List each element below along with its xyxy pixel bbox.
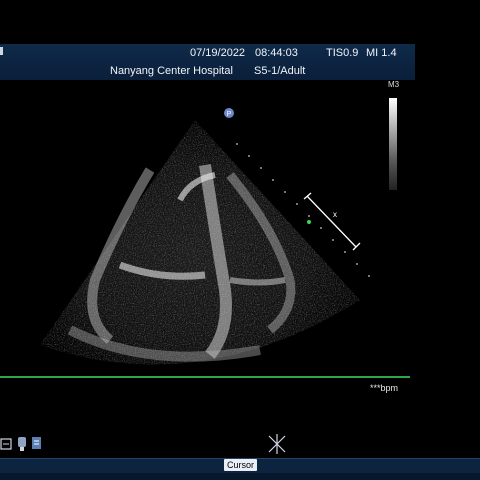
- bottom-strip: [0, 473, 480, 480]
- mi-index: MI 1.4: [366, 47, 397, 59]
- tis-index: TIS0.9: [326, 47, 359, 59]
- header-edge-marker: [0, 47, 3, 55]
- caliper-cursor-point: [307, 220, 311, 224]
- probe-preset: S5-1/Adult: [254, 65, 306, 77]
- caliper-icon[interactable]: [0, 435, 14, 453]
- heart-rate-readout: ***bpm: [370, 383, 399, 393]
- caliper-marker: x: [333, 210, 337, 219]
- report-icon[interactable]: [30, 435, 44, 453]
- distance-caliper: [303, 192, 361, 251]
- ultrasound-image-area[interactable]: P x: [0, 80, 415, 375]
- speckle-texture: [40, 120, 360, 365]
- tricuspid-valve: [229, 277, 286, 286]
- info-header: 07/19/2022 08:44:03 TIS0.9 MI 1.4 Nanyan…: [0, 44, 415, 81]
- freeze-cross-icon[interactable]: [266, 433, 288, 455]
- gray-map-label: M3: [388, 80, 400, 89]
- gray-scale-bar: [389, 98, 397, 190]
- ultrasound-sector: P x: [40, 108, 370, 365]
- exam-time: 08:44:03: [255, 47, 298, 59]
- toolbar-icons: [0, 435, 52, 453]
- mode-label-cursor[interactable]: Cursor: [224, 459, 258, 471]
- focus-marker-label: P: [227, 111, 232, 118]
- ecg-baseline: [0, 376, 410, 378]
- probe-icon[interactable]: [15, 435, 29, 453]
- exam-date: 07/19/2022: [190, 47, 246, 59]
- hospital-name: Nanyang Center Hospital: [110, 65, 233, 77]
